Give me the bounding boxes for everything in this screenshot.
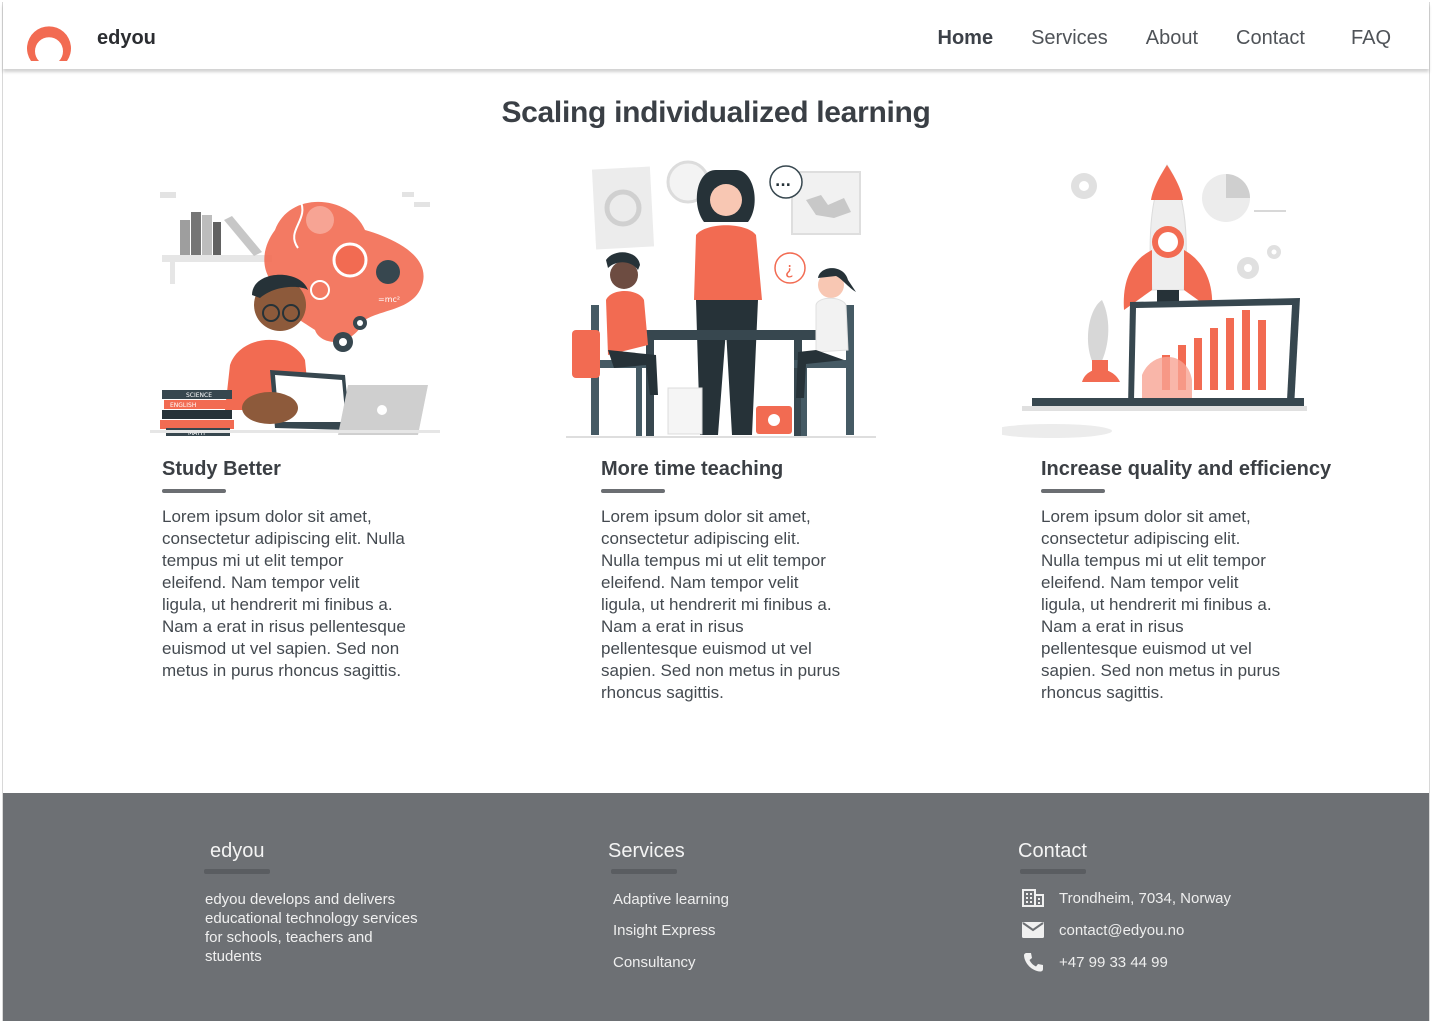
card-body: Lorem ipsum dolor sit amet, consectetur … xyxy=(601,507,841,702)
brand-name[interactable]: edyou xyxy=(97,27,156,50)
footer-about-underline xyxy=(204,869,270,874)
feature-card-study: =mc² SCIENCE ENGLISH MATH Study Better L… xyxy=(150,160,590,680)
site-footer: edyou edyou develops and delivers educat… xyxy=(3,793,1429,1021)
book-label-english: ENGLISH xyxy=(170,402,196,409)
building-icon xyxy=(1021,888,1045,908)
contact-phone-text[interactable]: +47 99 33 44 99 xyxy=(1059,954,1168,971)
nav-services[interactable]: Services xyxy=(1031,27,1108,50)
footer-link-insight-express[interactable]: Insight Express xyxy=(613,922,716,939)
card-body: Lorem ipsum dolor sit amet, consectetur … xyxy=(162,507,406,680)
logo-icon[interactable] xyxy=(23,15,75,63)
footer-link-adaptive-learning[interactable]: Adaptive learning xyxy=(613,891,729,908)
book-label-science: SCIENCE xyxy=(186,392,212,399)
top-navbar: edyou Home Services About Contact FAQ xyxy=(3,3,1429,69)
contact-address: Trondheim, 7034, Norway xyxy=(1021,888,1231,908)
footer-about-title: edyou xyxy=(210,840,265,862)
card-title: More time teaching xyxy=(601,458,784,480)
rocket-illustration xyxy=(1002,164,1307,438)
nav-home[interactable]: Home xyxy=(938,27,994,50)
nav-about[interactable]: About xyxy=(1146,27,1198,50)
contact-email-text[interactable]: contact@edyou.no xyxy=(1059,922,1184,939)
speech-bubble-dots: ... xyxy=(775,174,791,190)
footer-about-text: edyou develops and delivers educational … xyxy=(205,891,418,965)
footer-services-underline xyxy=(611,869,677,874)
contact-email[interactable]: contact@edyou.no xyxy=(1021,920,1184,940)
card-body: Lorem ipsum dolor sit amet, consectetur … xyxy=(1041,507,1281,702)
main-nav: Home Services About Contact FAQ xyxy=(900,27,1392,50)
footer-services-title: Services xyxy=(608,840,685,862)
footer-contact-underline xyxy=(1020,869,1086,874)
nav-faq[interactable]: FAQ xyxy=(1351,27,1391,50)
nav-contact[interactable]: Contact xyxy=(1236,27,1305,50)
contact-phone[interactable]: +47 99 33 44 99 xyxy=(1021,952,1168,972)
title-underline xyxy=(1041,489,1105,493)
footer-link-consultancy[interactable]: Consultancy xyxy=(613,954,696,971)
teaching-illustration: ... ¿ xyxy=(566,160,876,438)
feature-card-teaching: ... ¿ More time teaching Lorem ipsum dol… xyxy=(566,160,1006,702)
page-title: Scaling individualized learning xyxy=(501,96,931,129)
phone-icon xyxy=(1021,952,1045,972)
formula-text: =mc² xyxy=(378,295,400,304)
study-illustration: =mc² SCIENCE ENGLISH MATH xyxy=(150,192,440,437)
question-bubble: ¿ xyxy=(785,259,794,278)
title-underline xyxy=(601,489,665,493)
feature-card-quality: Increase quality and efficiency Lorem ip… xyxy=(1002,160,1432,702)
contact-address-text: Trondheim, 7034, Norway xyxy=(1059,889,1232,907)
card-title: Increase quality and efficiency xyxy=(1041,458,1332,480)
mail-icon xyxy=(1021,920,1045,940)
card-title: Study Better xyxy=(162,458,281,480)
title-underline xyxy=(162,489,226,493)
footer-contact-title: Contact xyxy=(1018,840,1087,862)
